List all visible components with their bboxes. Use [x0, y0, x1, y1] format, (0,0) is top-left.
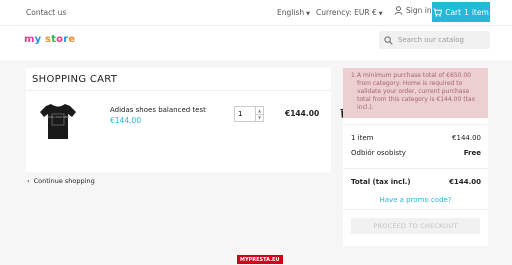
items-label: 1 item: [351, 134, 374, 142]
search-input[interactable]: [398, 36, 488, 44]
increment-icon[interactable]: ▲: [256, 107, 263, 115]
total-row: Total (tax incl.) €144.00: [351, 178, 481, 186]
shipping-value: Free: [463, 149, 481, 157]
user-icon: [394, 6, 403, 15]
sign-in-label: Sign in: [406, 6, 432, 15]
product-name-link[interactable]: Adidas shoes balanced test: [110, 106, 206, 114]
divider: [343, 168, 488, 169]
items-value: €144.00: [452, 134, 481, 142]
quantity-stepper[interactable]: ▲ ▼: [234, 106, 264, 122]
product-image[interactable]: YOUR LOGO HERE: [38, 101, 78, 141]
total-value: €144.00: [449, 178, 481, 186]
quantity-input[interactable]: [235, 107, 255, 121]
product-price: €144.00: [110, 116, 142, 125]
divider: [343, 209, 488, 210]
store-logo[interactable]: my store: [24, 34, 75, 45]
total-label: Total (tax incl.): [351, 178, 411, 186]
site-header: my store: [0, 26, 512, 60]
currency-selector[interactable]: Currency: EUR € ▼: [316, 8, 383, 17]
cart-item-word: item: [471, 7, 489, 17]
cart-label: Cart: [445, 7, 462, 17]
language-selector[interactable]: English ▼: [277, 8, 310, 17]
product-image-text: YOUR LOGO HERE: [46, 115, 70, 119]
contact-us-link[interactable]: Contact us: [26, 8, 66, 17]
decrement-icon[interactable]: ▼: [256, 115, 263, 122]
language-label: English: [277, 8, 305, 17]
caret-down-icon: ▼: [306, 11, 310, 17]
page-title: SHOPPING CART: [32, 74, 118, 85]
sign-in-link[interactable]: Sign in: [394, 6, 432, 15]
divider: [26, 90, 331, 91]
cart-panel: SHOPPING CART YOUR LOGO HERE Adidas shoe…: [26, 68, 348, 172]
shopping-cart-icon: [433, 7, 443, 17]
promo-code-link[interactable]: Have a promo code?: [343, 196, 488, 204]
line-total: €144.00: [285, 109, 320, 118]
minimum-purchase-alert: 1. A minimum purchase total of €650.00 f…: [343, 68, 488, 118]
continue-shopping-label: Continue shopping: [33, 177, 95, 185]
cart-button[interactable]: Cart 1 item: [432, 2, 490, 22]
chevron-left-icon: ‹: [27, 177, 30, 185]
alert-text: A minimum purchase total of €650.00 from…: [357, 72, 476, 111]
currency-label: Currency: EUR €: [316, 8, 377, 17]
proceed-to-checkout-button[interactable]: PROCEED TO CHECKOUT: [351, 218, 480, 234]
shipping-row: Odbiór osobisty Free: [351, 149, 481, 157]
caret-down-icon: ▼: [378, 11, 383, 17]
search-icon: [384, 35, 393, 45]
shipping-label: Odbiór osobisty: [351, 149, 406, 157]
alert-bullet: 1.: [351, 72, 357, 79]
top-nav-bar: Contact us English ▼ Currency: EUR € ▼ Sig…: [0, 0, 512, 26]
cart-summary: 1. A minimum purchase total of €650.00 f…: [343, 68, 488, 246]
search-box[interactable]: [379, 31, 490, 49]
cart-count: 1: [464, 7, 469, 17]
items-row: 1 item €144.00: [351, 134, 481, 142]
mypresta-badge: MYPRESTA.EU: [237, 255, 283, 264]
divider: [343, 124, 488, 125]
continue-shopping-link[interactable]: ‹ Continue shopping: [27, 177, 95, 185]
